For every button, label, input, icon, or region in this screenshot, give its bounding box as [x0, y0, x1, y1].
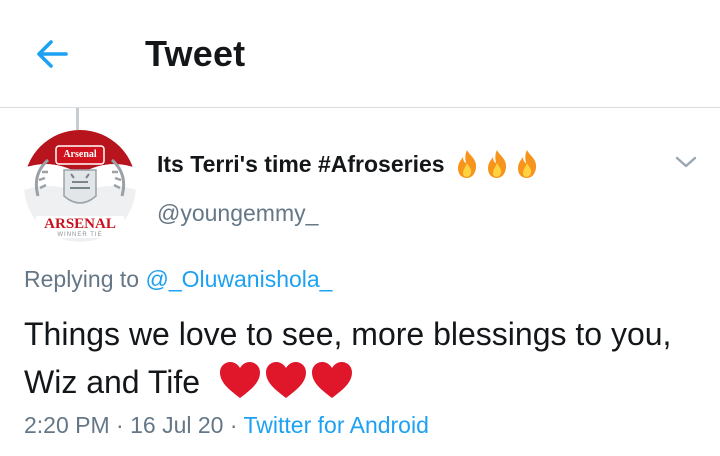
tweet-body: Things we love to see, more blessings to… — [24, 310, 714, 406]
replying-to-line: Replying to @_Oluwanishola_ — [24, 266, 332, 293]
tweet-emoji-group — [218, 360, 354, 400]
name-emoji-group — [455, 149, 539, 179]
tweet-menu-button[interactable] — [672, 150, 700, 174]
avatar-club-text: ARSENAL — [44, 216, 116, 232]
tweet-date: 16 Jul 20 — [130, 412, 224, 438]
header-bar: Tweet — [0, 0, 720, 108]
fire-emoji — [487, 150, 506, 178]
back-button[interactable] — [30, 34, 74, 74]
author-handle[interactable]: @youngemmy_ — [157, 200, 318, 227]
page-title: Tweet — [145, 33, 246, 74]
arrow-left-icon — [37, 40, 68, 68]
fire-emoji — [517, 150, 536, 178]
thread-connector-line — [76, 108, 79, 130]
meta-separator: · — [116, 412, 124, 438]
author-name-row: Its Terri's time #Afroseries — [157, 148, 539, 180]
red-heart-emoji — [312, 362, 353, 398]
avatar[interactable]: Arsenal ARSENAL WINNER TIE — [24, 130, 136, 242]
replying-prefix: Replying to — [24, 266, 140, 292]
tweet-source-link[interactable]: Twitter for Android — [244, 412, 429, 438]
tweet-meta: 2:20 PM · 16 Jul 20 · Twitter for Androi… — [24, 412, 429, 439]
fire-emoji — [457, 150, 476, 178]
author-display-name[interactable]: Its Terri's time #Afroseries — [157, 151, 445, 178]
chevron-down-icon — [675, 156, 697, 168]
red-heart-emoji — [220, 362, 261, 398]
avatar-sub-text: WINNER TIE — [57, 232, 103, 238]
tweet-time: 2:20 PM — [24, 412, 110, 438]
meta-separator: · — [229, 412, 238, 438]
avatar-badge-text: Arsenal — [63, 149, 97, 160]
replying-to-mention[interactable]: @_Oluwanishola_ — [145, 266, 332, 292]
red-heart-emoji — [266, 362, 307, 398]
